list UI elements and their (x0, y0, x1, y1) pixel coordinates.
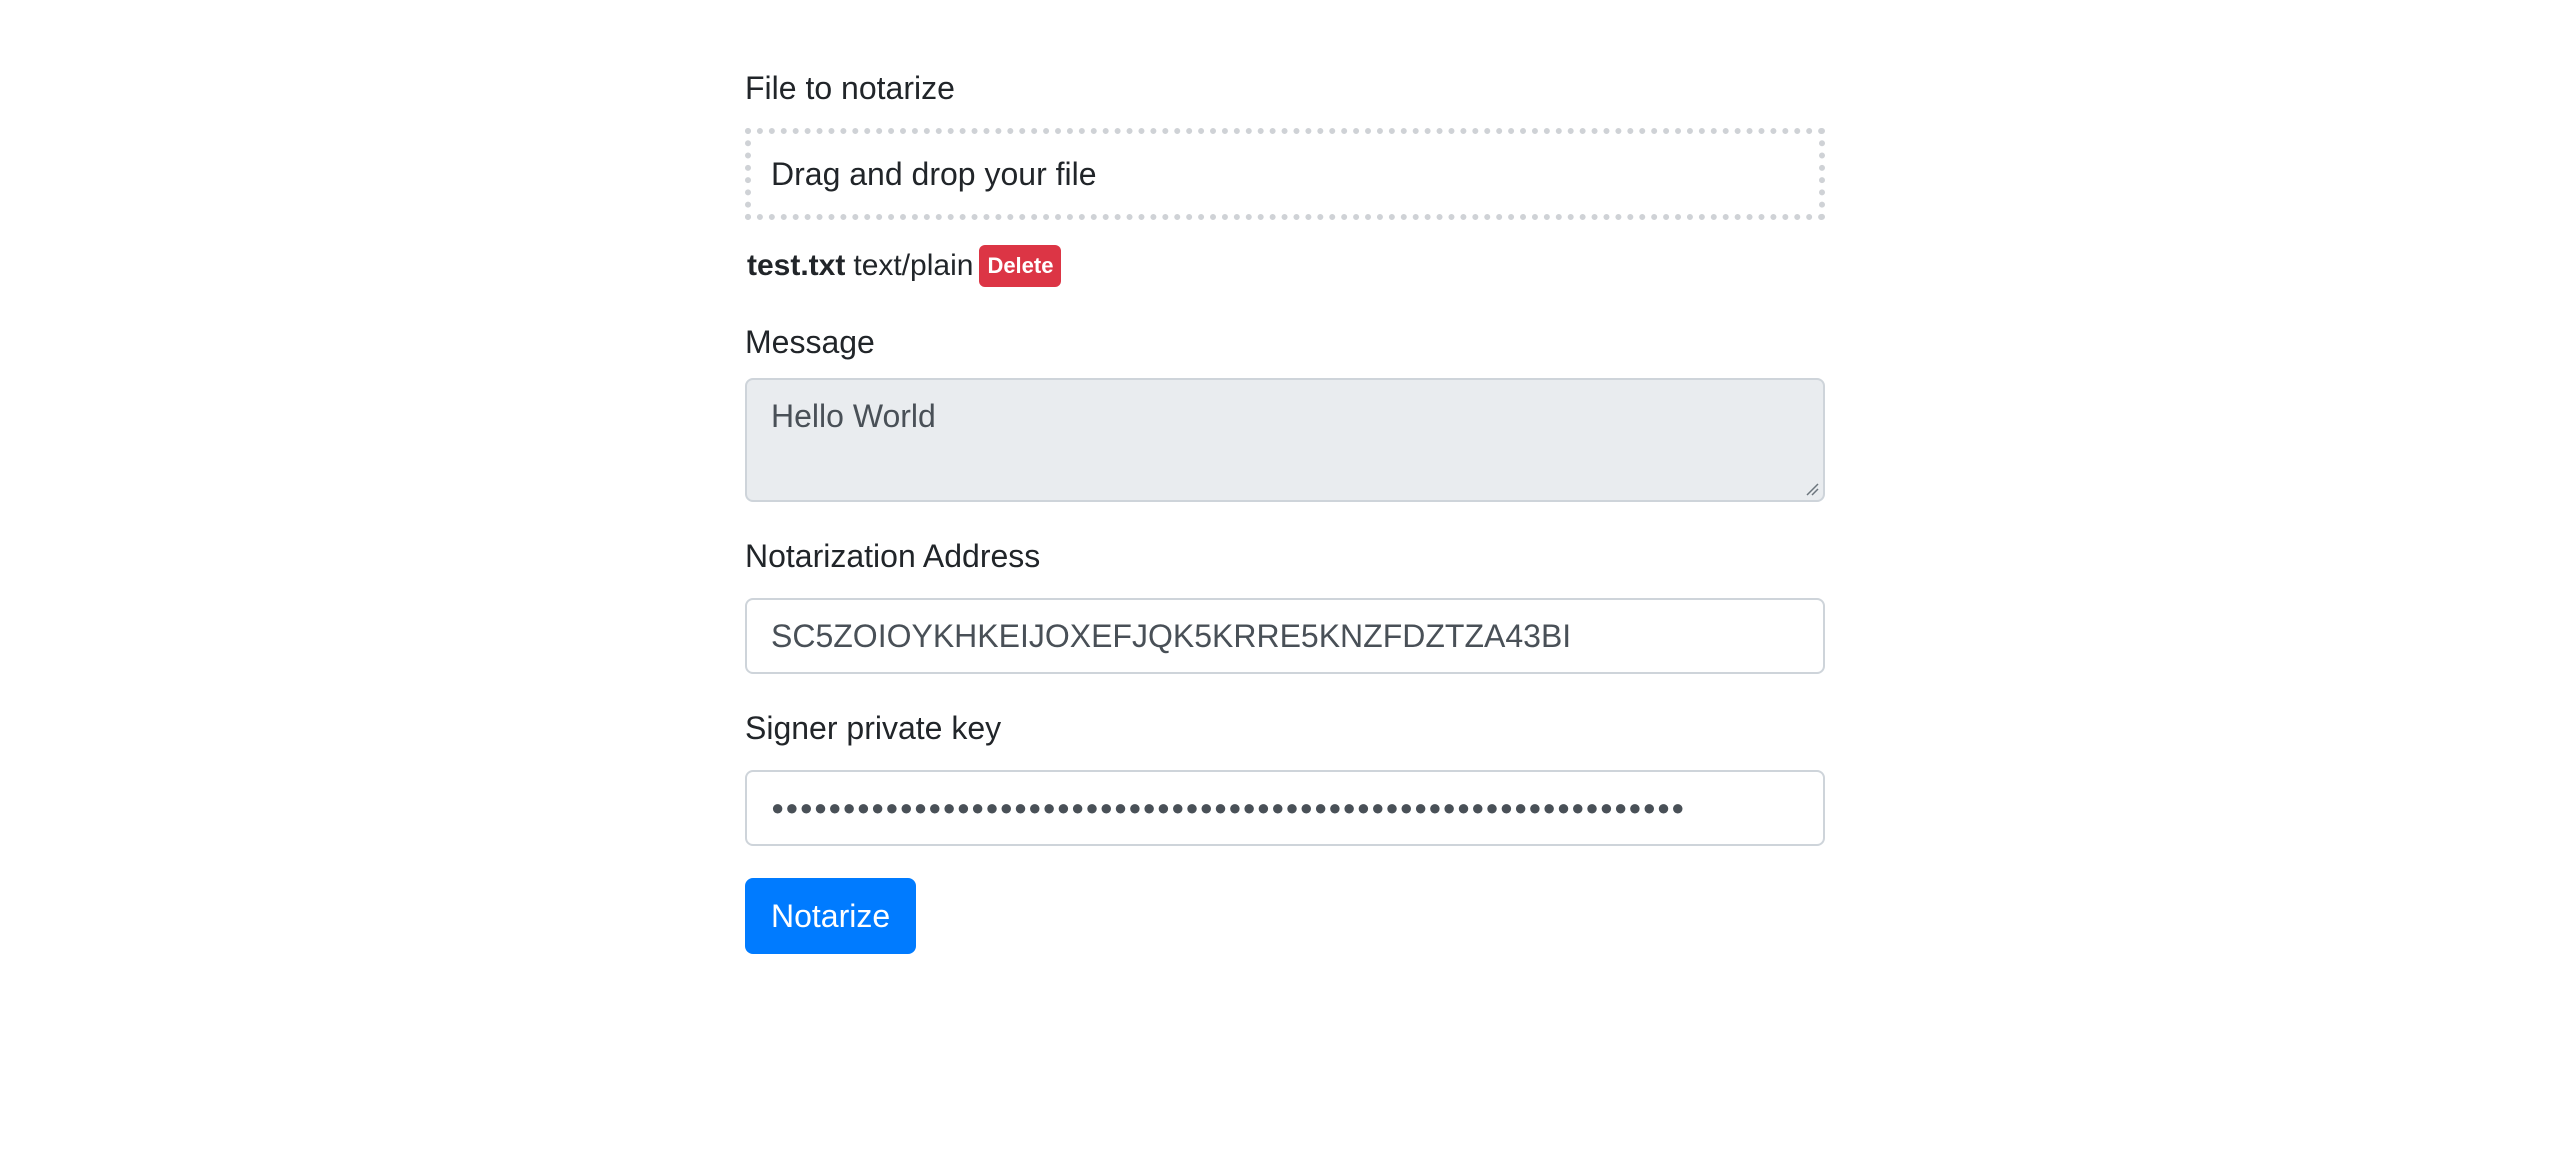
notarize-button[interactable]: Notarize (745, 878, 917, 954)
file-type: text/plain (853, 249, 974, 282)
key-section: Signer private key ●●●●●●●●●●●●●●●●●●●●●… (745, 702, 1825, 846)
file-to-notarize-label: File to notarize (745, 70, 955, 106)
message-value: Hello World (771, 398, 936, 434)
address-section: Notarization Address SC5ZOIOYKHKEIJOXEFJ… (745, 530, 1825, 674)
file-dropzone[interactable]: Drag and drop your file (745, 128, 1825, 220)
file-name: test.txt (747, 249, 846, 282)
notarization-address-label: Notarization Address (745, 538, 1041, 574)
notarization-address-input[interactable]: SC5ZOIOYKHKEIJOXEFJQK5KRRE5KNZFDZTZA43BI (745, 598, 1825, 674)
notarize-form: File to notarize Drag and drop your file… (745, 62, 1825, 954)
delete-file-button[interactable]: Delete (979, 245, 1062, 287)
dropzone-text: Drag and drop your file (771, 155, 1097, 192)
private-key-masked-value: ●●●●●●●●●●●●●●●●●●●●●●●●●●●●●●●●●●●●●●●●… (771, 795, 1686, 820)
message-section: Message Hello World (745, 316, 1825, 502)
resize-grip-icon[interactable] (1805, 482, 1819, 496)
message-textarea[interactable]: Hello World (745, 378, 1825, 502)
signer-private-key-label: Signer private key (745, 710, 1002, 746)
message-label: Message (745, 324, 875, 360)
selected-file: test.txt text/plain Delete (745, 244, 1825, 288)
notarization-address-value: SC5ZOIOYKHKEIJOXEFJQK5KRRE5KNZFDZTZA43BI (771, 617, 1572, 654)
signer-private-key-input[interactable]: ●●●●●●●●●●●●●●●●●●●●●●●●●●●●●●●●●●●●●●●●… (745, 770, 1825, 846)
